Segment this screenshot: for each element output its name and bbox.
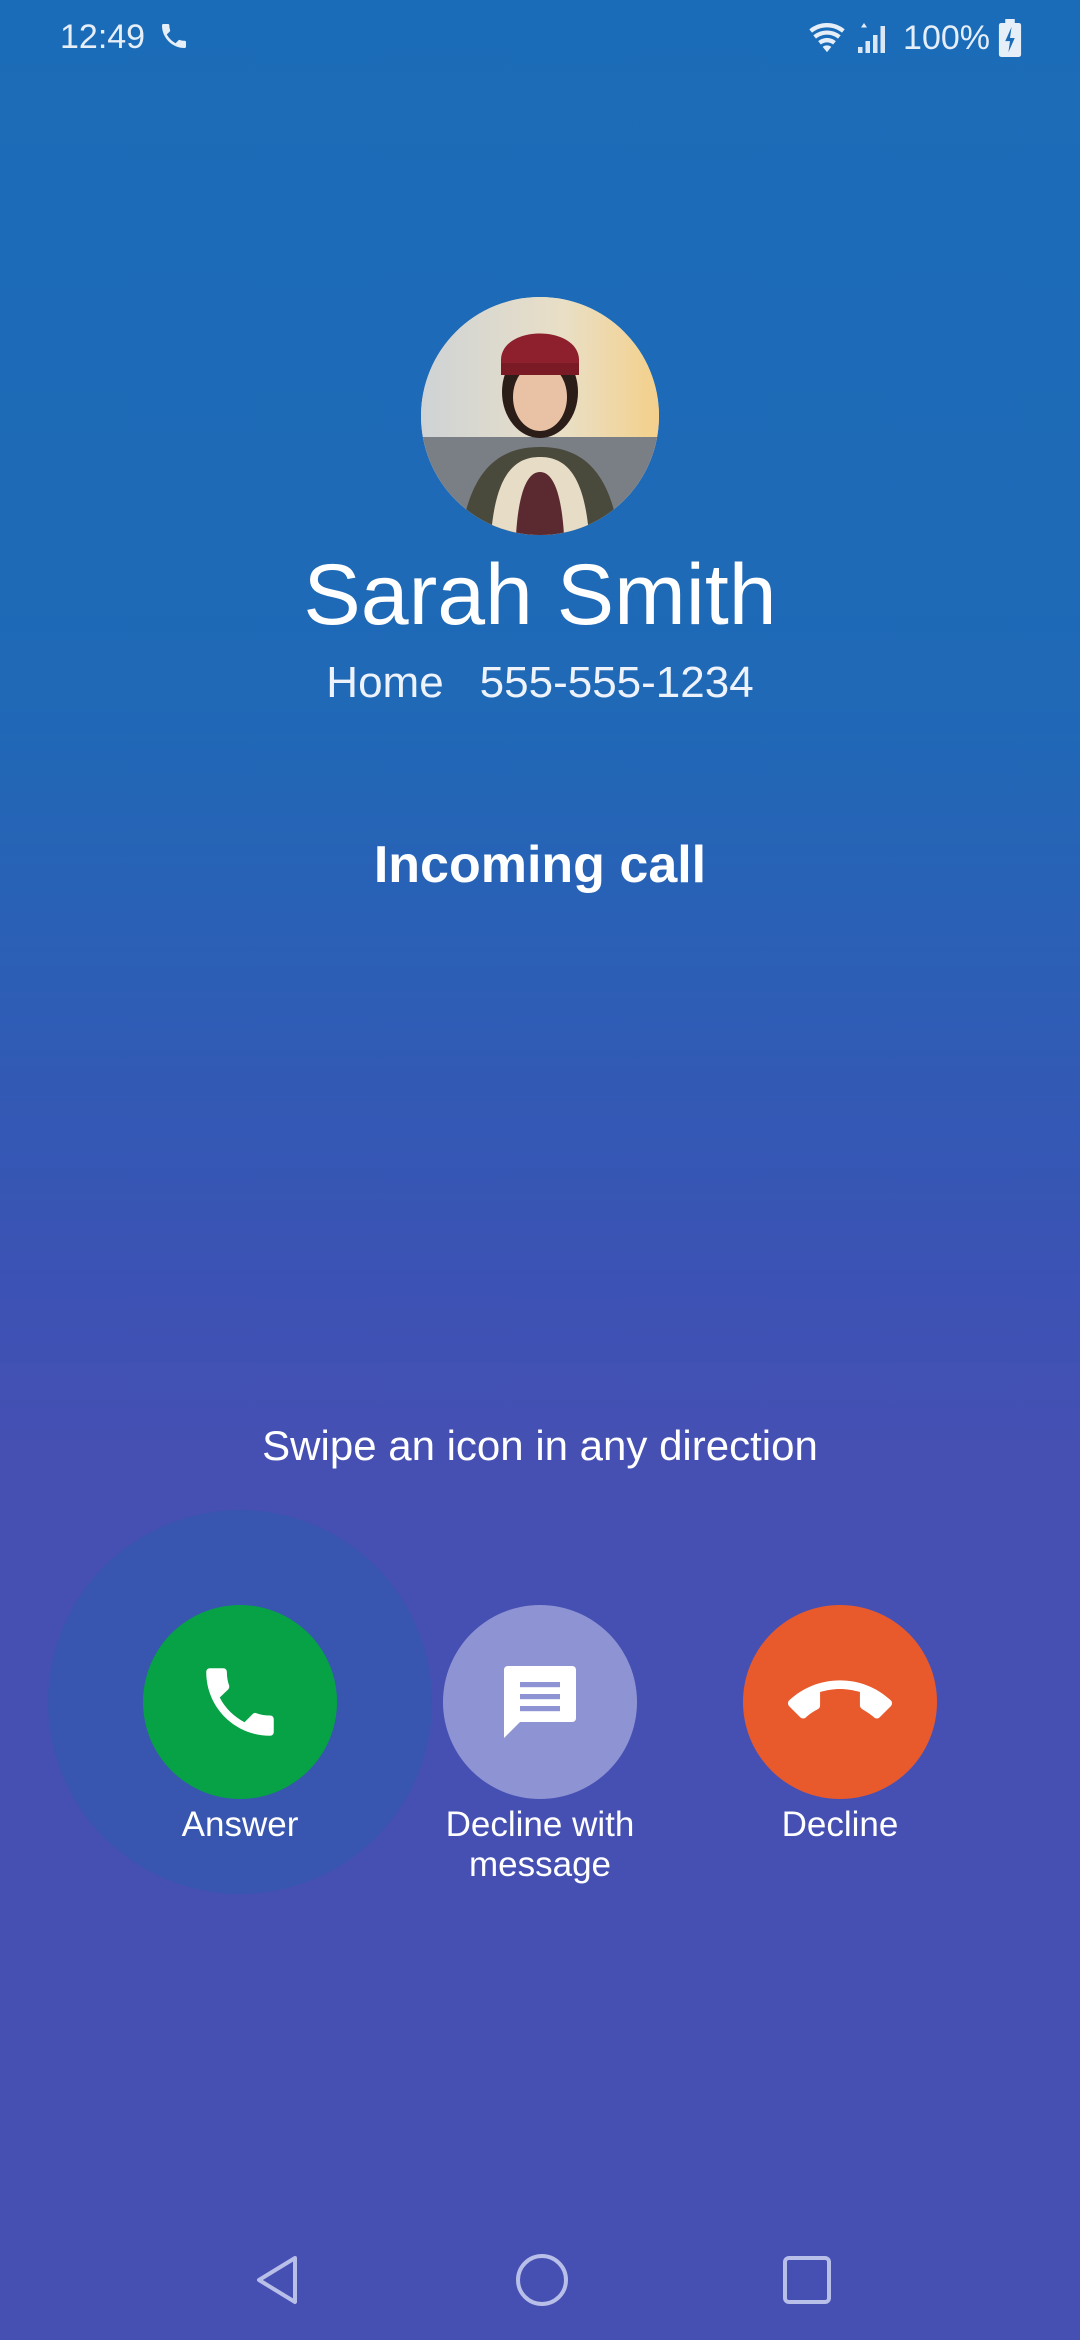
- back-icon[interactable]: [247, 2250, 307, 2310]
- status-time: 12:49: [60, 18, 146, 56]
- caller-number-label: Home: [326, 658, 444, 707]
- answer-label: Answer: [181, 1805, 299, 1844]
- decline-label: Decline: [781, 1805, 899, 1844]
- battery-percentage: 100%: [903, 18, 990, 57]
- caller-name: Sarah Smith: [303, 547, 777, 643]
- call-status: Incoming call: [373, 836, 707, 894]
- caller-number: 555-555-1234: [479, 658, 754, 707]
- decline-with-message-button[interactable]: [443, 1605, 637, 1799]
- answer-button[interactable]: [143, 1605, 337, 1799]
- phone-call-icon: [162, 24, 186, 48]
- caller-photo: [421, 297, 659, 535]
- decline-button[interactable]: [743, 1605, 937, 1799]
- message-icon: [504, 1666, 576, 1738]
- caller-avatar: [421, 297, 659, 535]
- status-bar: 12:49 100%: [0, 0, 1080, 80]
- swipe-hint: Swipe an icon in any direction: [262, 1422, 818, 1469]
- caller-details: Home 555-555-1234: [0, 655, 1080, 711]
- status-icons: 100%: [807, 14, 1022, 62]
- battery-charging-icon: [998, 19, 1022, 57]
- phone-answer-icon: [206, 1668, 274, 1736]
- wifi-icon: [809, 23, 845, 53]
- signal-icon: [858, 23, 886, 53]
- phone-decline-icon: [788, 1680, 892, 1719]
- decline-with-message-label: Decline with message: [445, 1805, 635, 1884]
- recents-icon[interactable]: [777, 2250, 837, 2310]
- home-icon[interactable]: [512, 2250, 572, 2310]
- navigation-bar: [0, 2220, 1080, 2340]
